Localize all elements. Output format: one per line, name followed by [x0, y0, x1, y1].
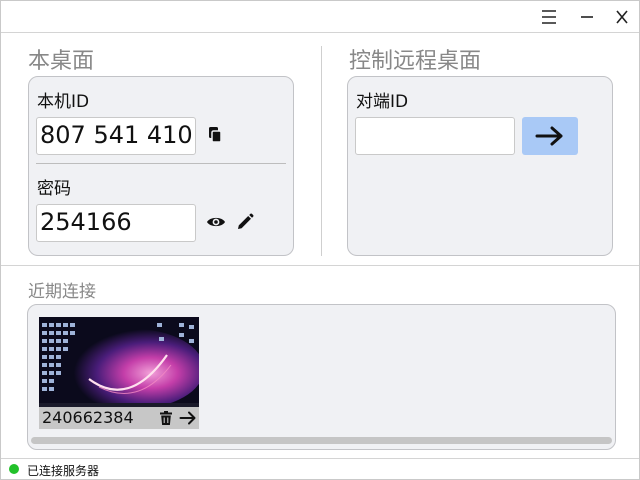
- local-id-label: 本机ID: [37, 92, 90, 112]
- recent-sessions-panel: 240662384: [27, 304, 616, 450]
- trash-icon[interactable]: [158, 410, 174, 426]
- password-label: 密码: [37, 179, 71, 199]
- connection-status-text: 已连接服务器: [27, 464, 100, 478]
- status-indicator-icon: [9, 464, 19, 474]
- arrow-right-icon[interactable]: [179, 410, 197, 426]
- remote-desktop-title: 控制远程桌面: [349, 49, 482, 74]
- local-id-field[interactable]: 807 541 410: [36, 117, 196, 155]
- copy-icon[interactable]: [205, 125, 225, 145]
- peer-id-input[interactable]: [355, 117, 515, 155]
- status-bar: 已连接服务器: [1, 458, 639, 479]
- horizontal-scrollbar[interactable]: [31, 437, 612, 444]
- peer-card[interactable]: 240662384: [39, 317, 199, 429]
- local-desktop-card: 本机ID 807 541 410 密码 254166: [28, 76, 294, 256]
- hamburger-icon[interactable]: [537, 7, 561, 27]
- pencil-icon[interactable]: [235, 212, 255, 232]
- local-card-divider: [36, 163, 286, 164]
- title-bar: [1, 1, 639, 33]
- arrow-right-icon: [535, 126, 563, 146]
- remote-desktop-card: 对端ID: [347, 76, 613, 256]
- peer-id-text: 240662384: [42, 408, 134, 427]
- local-desktop-title: 本桌面: [28, 49, 95, 74]
- password-field[interactable]: 254166: [36, 204, 196, 242]
- recent-divider: [1, 265, 639, 266]
- recent-sessions-title: 近期连接: [28, 282, 96, 302]
- app-window: 本桌面 本机ID 807 541 410 密码 254166 控制远程桌面 对端…: [0, 0, 640, 480]
- peer-id-label: 对端ID: [356, 92, 409, 112]
- section-divider: [321, 46, 322, 256]
- title-bar-divider: [1, 32, 639, 33]
- eye-icon[interactable]: [206, 212, 226, 232]
- peer-screenshot-thumbnail: [39, 317, 199, 407]
- minimize-icon[interactable]: [575, 7, 599, 27]
- close-icon[interactable]: [610, 7, 634, 27]
- peer-card-footer: 240662384: [39, 407, 199, 429]
- connect-button[interactable]: [522, 117, 578, 155]
